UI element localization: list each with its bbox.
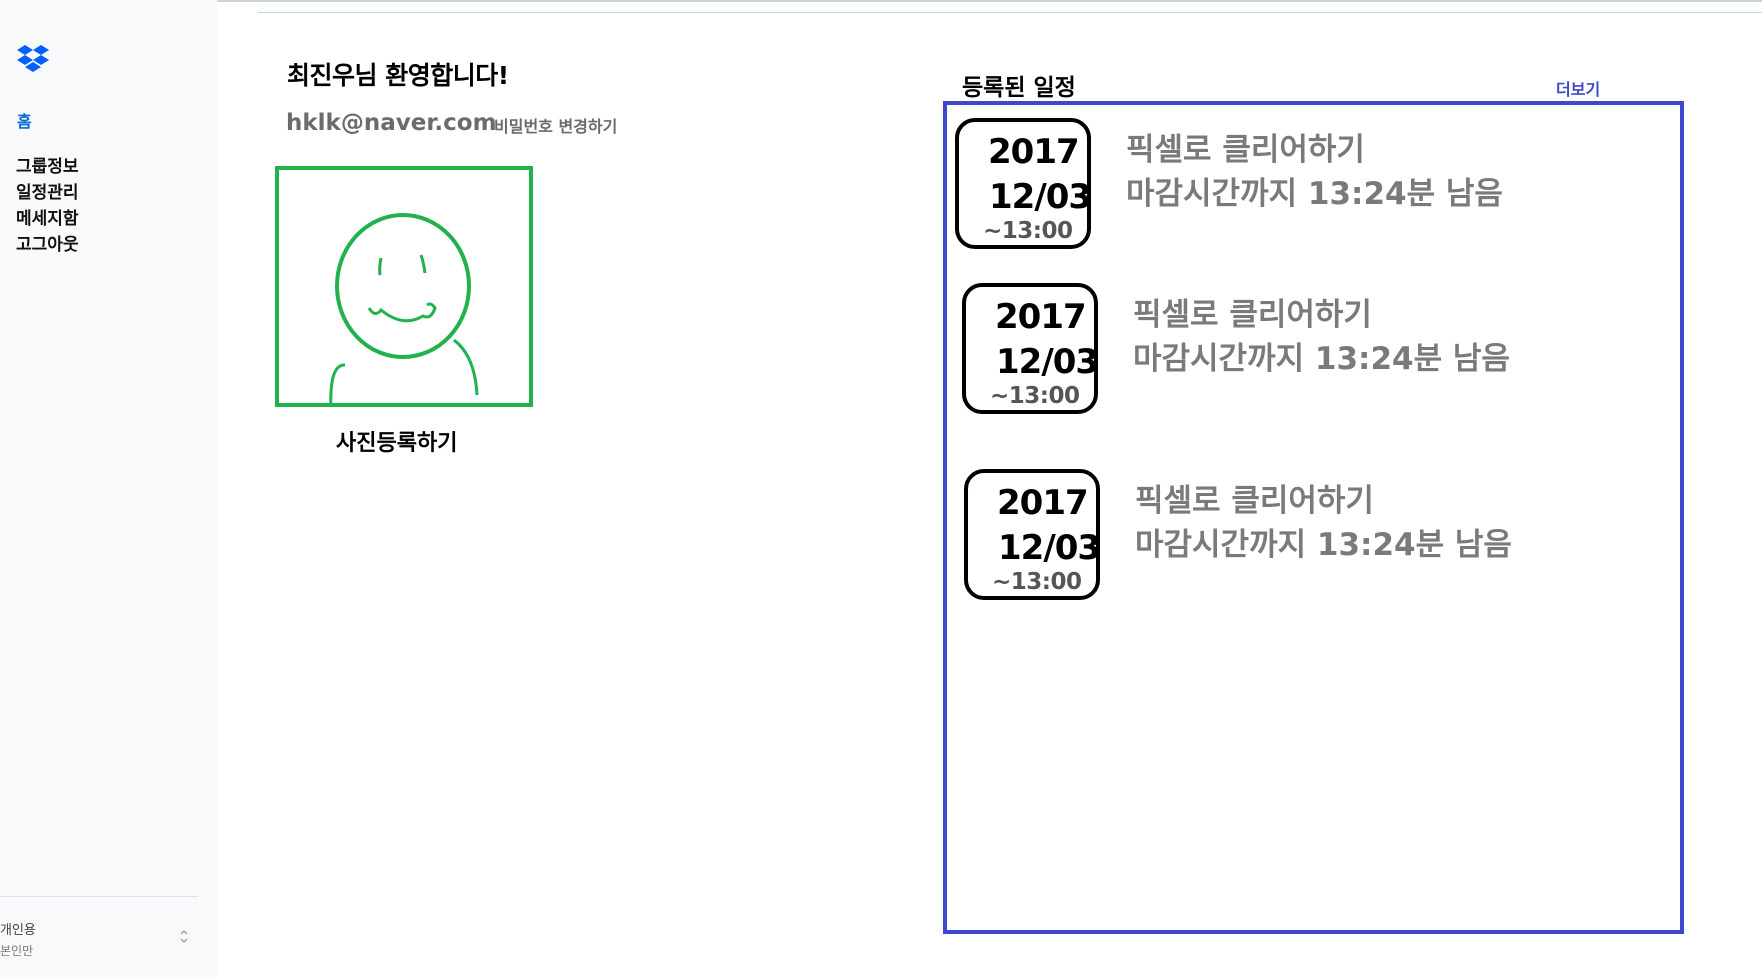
header-divider xyxy=(258,12,1762,13)
sidebar-item-logout[interactable]: 고그아웃 xyxy=(16,230,79,255)
event-year: 2017 xyxy=(995,297,1087,337)
event-title[interactable]: 픽셀로 클리어하기 xyxy=(1133,289,1372,334)
dropbox-logo-icon[interactable] xyxy=(16,44,50,74)
account-name[interactable]: 개인용 xyxy=(0,919,36,938)
event-remaining-time: 마감시간까지 13:24분 남음 xyxy=(1135,527,1512,563)
event-title[interactable]: 픽셀로 클리어하기 xyxy=(1126,124,1365,169)
avatar[interactable] xyxy=(275,166,533,411)
event-remaining-time: 마감시간까지 13:24분 남음 xyxy=(1126,176,1503,212)
event-date-card[interactable]: 2017 12/03 ~13:00 xyxy=(964,469,1101,600)
smiley-avatar-icon xyxy=(329,213,479,411)
event-year: 2017 xyxy=(988,132,1080,172)
more-link[interactable]: 더보기 xyxy=(1556,76,1600,100)
sidebar-item-messages[interactable]: 메세지함 xyxy=(16,204,79,229)
event-title[interactable]: 픽셀로 클리어하기 xyxy=(1135,475,1374,520)
sidebar-item-schedule[interactable]: 일정관리 xyxy=(16,178,79,203)
event-date-card[interactable]: 2017 12/03 ~13:00 xyxy=(955,118,1092,249)
sidebar: 홈 그룹정보 일정관리 메세지함 고그아웃 개인용 본인만 xyxy=(0,0,217,977)
event-year: 2017 xyxy=(997,483,1089,523)
chevron-up-down-icon[interactable] xyxy=(178,926,190,946)
schedule-title: 등록된 일정 xyxy=(962,75,1076,101)
welcome-message: 최진우님 환영합니다! xyxy=(287,61,509,90)
register-photo-button[interactable]: 사진등록하기 xyxy=(336,425,457,457)
change-password-link[interactable]: 비밀번호 변경하기 xyxy=(494,113,617,137)
event-time: ~13:00 xyxy=(990,383,1080,409)
sidebar-divider xyxy=(0,896,198,897)
account-subtitle: 본인만 xyxy=(0,944,34,958)
event-remaining-time: 마감시간까지 13:24분 남음 xyxy=(1133,341,1510,377)
event-date: 12/03 xyxy=(996,342,1099,382)
window-top-border xyxy=(0,0,1762,2)
sidebar-item-home[interactable]: 홈 xyxy=(17,108,32,132)
sidebar-item-group-info[interactable]: 그룹정보 xyxy=(16,152,79,177)
event-date: 12/03 xyxy=(989,177,1092,217)
event-date: 12/03 xyxy=(998,528,1101,568)
event-time: ~13:00 xyxy=(983,218,1073,244)
user-email: hklk@naver.com xyxy=(286,110,497,136)
event-date-card[interactable]: 2017 12/03 ~13:00 xyxy=(962,283,1099,414)
event-time: ~13:00 xyxy=(992,569,1082,595)
